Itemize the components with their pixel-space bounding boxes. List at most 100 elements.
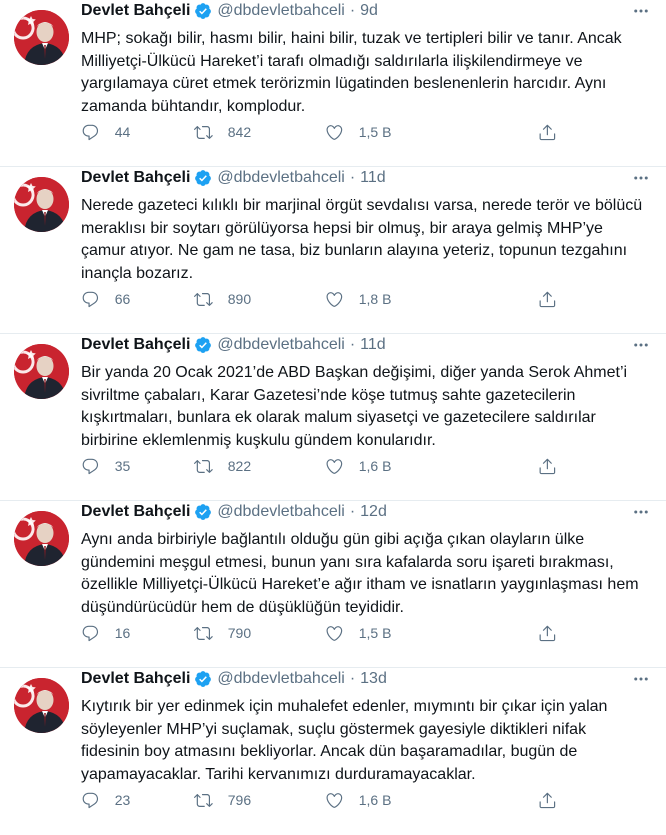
retweet-button[interactable]: 822 (194, 452, 251, 480)
share-button[interactable] (538, 786, 557, 814)
separator-dot: · (349, 336, 356, 353)
retweet-button[interactable]: 796 (194, 786, 251, 814)
tweet-actions: 16 790 1,5 B (81, 619, 556, 647)
tweet-text: Aynı anda birbiriyle bağlantılı olduğu g… (81, 531, 639, 616)
reply-count: 23 (114, 792, 131, 808)
author-name[interactable]: Devlet Bahçeli (81, 334, 190, 356)
tweet-header: Devlet Bahçeli @dbdevletbahceli · 9d (81, 0, 378, 22)
retweet-count: 796 (227, 792, 252, 808)
reply-icon (82, 792, 99, 808)
more-options-icon[interactable] (630, 0, 652, 22)
avatar[interactable] (14, 511, 69, 566)
retweet-button[interactable]: 890 (194, 285, 251, 313)
author-name[interactable]: Devlet Bahçeli (81, 668, 190, 690)
like-button[interactable]: 1,5 B (325, 118, 391, 146)
tweet[interactable]: Devlet Bahçeli @dbdevletbahceli · 12d Ay… (0, 501, 666, 668)
retweet-icon (194, 292, 213, 306)
share-icon (539, 291, 556, 307)
like-heart-icon (326, 291, 343, 307)
retweet-icon (194, 125, 213, 139)
author-handle[interactable]: @dbdevletbahceli (217, 167, 344, 189)
like-button[interactable]: 1,6 B (325, 786, 391, 814)
reply-button[interactable]: 16 (81, 619, 130, 647)
more-options-icon[interactable] (630, 501, 652, 523)
retweet-count: 842 (227, 124, 252, 140)
retweet-count: 822 (227, 458, 252, 474)
like-button[interactable]: 1,5 B (325, 619, 391, 647)
verified-badge-icon (194, 169, 212, 187)
more-options-icon[interactable] (630, 167, 652, 189)
share-icon (539, 625, 556, 641)
share-icon (539, 124, 556, 140)
reply-icon (82, 124, 99, 140)
reply-button[interactable]: 66 (81, 285, 130, 313)
tweet-header: Devlet Bahçeli @dbdevletbahceli · 11d (81, 334, 386, 356)
share-icon (539, 792, 556, 808)
retweet-icon (194, 626, 213, 640)
reply-count: 44 (114, 124, 131, 140)
tweet-timestamp[interactable]: 9d (360, 0, 378, 22)
share-icon (539, 458, 556, 474)
avatar[interactable] (14, 10, 69, 65)
verified-badge-icon (194, 336, 212, 354)
share-button[interactable] (538, 285, 557, 313)
tweet-header: Devlet Bahçeli @dbdevletbahceli · 12d (81, 501, 387, 523)
more-options-icon[interactable] (630, 334, 652, 356)
tweet[interactable]: Devlet Bahçeli @dbdevletbahceli · 11d Bi… (0, 334, 666, 501)
author-name[interactable]: Devlet Bahçeli (81, 501, 190, 523)
author-handle[interactable]: @dbdevletbahceli (217, 668, 344, 690)
tweet-text: Nerede gazeteci kılıklı bir marjinal örg… (81, 197, 643, 282)
like-button[interactable]: 1,6 B (325, 452, 391, 480)
reply-icon (82, 458, 99, 474)
like-heart-icon (326, 124, 343, 140)
avatar[interactable] (14, 177, 69, 232)
like-button[interactable]: 1,8 B (325, 285, 391, 313)
reply-count: 35 (114, 458, 131, 474)
tweet[interactable]: Devlet Bahçeli @dbdevletbahceli · 9d MHP… (0, 0, 666, 167)
retweet-icon (194, 793, 213, 807)
tweet-timestamp[interactable]: 12d (360, 501, 387, 523)
author-handle[interactable]: @dbdevletbahceli (217, 0, 344, 22)
author-handle[interactable]: @dbdevletbahceli (217, 334, 344, 356)
like-count: 1,6 B (358, 792, 392, 808)
verified-badge-icon (194, 2, 212, 20)
retweet-count: 890 (227, 291, 252, 307)
profile-photo (14, 678, 69, 733)
more-options-icon[interactable] (630, 668, 652, 690)
reply-button[interactable]: 35 (81, 452, 130, 480)
separator-dot: · (349, 2, 356, 19)
tweet[interactable]: Devlet Bahçeli @dbdevletbahceli · 13d Kı… (0, 668, 666, 835)
tweet[interactable]: Devlet Bahçeli @dbdevletbahceli · 11d Ne… (0, 167, 666, 334)
reply-icon (82, 625, 99, 641)
like-count: 1,6 B (358, 458, 392, 474)
reply-count: 66 (114, 291, 131, 307)
author-handle[interactable]: @dbdevletbahceli (217, 501, 344, 523)
share-button[interactable] (538, 619, 557, 647)
retweet-count: 790 (227, 625, 252, 641)
separator-dot: · (349, 169, 356, 186)
verified-badge-icon (194, 503, 212, 521)
reply-button[interactable]: 44 (81, 118, 130, 146)
separator-dot: · (349, 503, 356, 520)
retweet-button[interactable]: 790 (194, 619, 251, 647)
avatar[interactable] (14, 344, 69, 399)
tweet-header: Devlet Bahçeli @dbdevletbahceli · 11d (81, 167, 386, 189)
tweet-text: Kıytırık bir yer edinmek için muhalefet … (81, 698, 608, 783)
share-button[interactable] (538, 118, 557, 146)
author-name[interactable]: Devlet Bahçeli (81, 0, 190, 22)
profile-photo (14, 177, 69, 232)
share-button[interactable] (538, 452, 557, 480)
avatar[interactable] (14, 678, 69, 733)
retweet-button[interactable]: 842 (194, 118, 251, 146)
reply-button[interactable]: 23 (81, 786, 130, 814)
author-name[interactable]: Devlet Bahçeli (81, 167, 190, 189)
tweet-actions: 35 822 1,6 B (81, 452, 556, 480)
tweet-timestamp[interactable]: 13d (360, 668, 387, 690)
tweet-actions: 23 796 1,6 B (81, 786, 556, 814)
tweet-header: Devlet Bahçeli @dbdevletbahceli · 13d (81, 668, 387, 690)
tweet-timestamp[interactable]: 11d (360, 167, 386, 189)
tweet-actions: 44 842 1,5 B (81, 118, 556, 146)
profile-photo (14, 344, 69, 399)
tweet-actions: 66 890 1,8 B (81, 285, 556, 313)
tweet-timestamp[interactable]: 11d (360, 334, 386, 356)
